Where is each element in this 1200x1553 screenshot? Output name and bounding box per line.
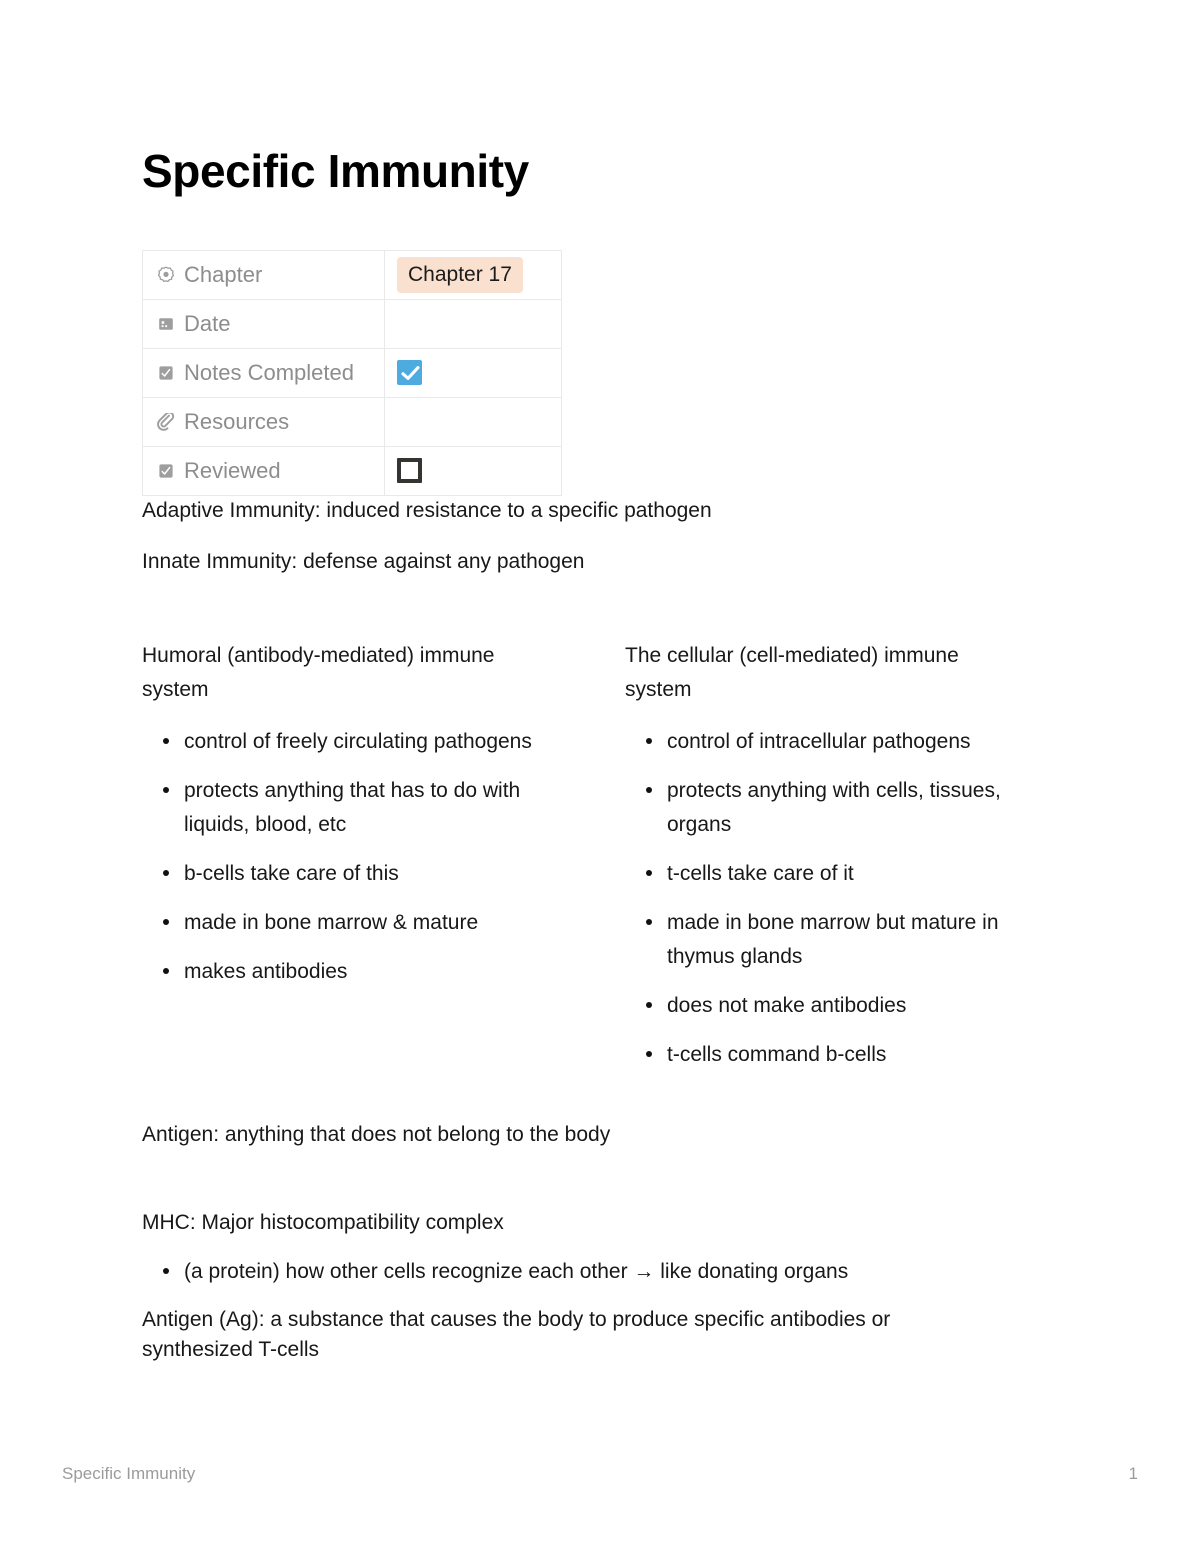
property-label: Notes Completed — [184, 359, 354, 385]
list-item: protects anything that has to do with li… — [142, 774, 576, 842]
table-row: Reviewed — [142, 446, 562, 496]
innate-immunity-line: Innate Immunity: defense against any pat… — [142, 550, 585, 574]
notes-completed-checkbox[interactable] — [397, 360, 422, 386]
footer-page-number: 1 — [1128, 1464, 1138, 1483]
list-item: t-cells take care of it — [625, 857, 1067, 891]
definitions-section: Antigen: anything that does not belong t… — [142, 1120, 1058, 1366]
target-badge-icon — [157, 266, 175, 284]
properties-table: Chapter Chapter 17 Date Notes Completed … — [142, 249, 562, 496]
property-key-cell: Reviewed — [142, 446, 385, 496]
adaptive-immunity-line: Adaptive Immunity: induced resistance to… — [142, 498, 712, 522]
humoral-column: Humoral (antibody-mediated) immune syste… — [142, 639, 600, 1071]
page-footer: Specific Immunity 1 — [62, 1464, 1138, 1484]
cellular-heading: The cellular (cell-mediated) immune syst… — [625, 644, 959, 702]
table-row: Notes Completed — [142, 348, 562, 398]
antigen-ag-definition: Antigen (Ag): a substance that causes th… — [142, 1307, 891, 1361]
list-item: made in bone marrow but mature in thymus… — [625, 906, 1067, 974]
property-value-cell[interactable] — [384, 348, 562, 398]
property-value-cell[interactable] — [384, 299, 562, 349]
table-row: Date — [142, 299, 562, 349]
cellular-bullet-list: control of intracellular pathogens prote… — [625, 725, 1058, 1072]
page-title: Specific Immunity — [142, 145, 529, 197]
list-item: control of freely circulating pathogens — [142, 725, 576, 759]
list-item: b-cells take care of this — [142, 857, 576, 891]
property-value-cell[interactable] — [384, 446, 562, 496]
list-item: control of intracellular pathogens — [625, 725, 1067, 759]
property-value-cell[interactable] — [384, 397, 562, 447]
page-content: Specific Immunity Chapter Chapter 17 Dat… — [142, 146, 1058, 1365]
checkbox-icon — [157, 364, 175, 382]
property-label: Chapter — [184, 261, 263, 287]
property-key-cell: Chapter — [142, 250, 385, 300]
table-row: Chapter Chapter 17 — [142, 250, 562, 300]
reviewed-checkbox[interactable] — [397, 458, 422, 484]
list-item: does not make antibodies — [625, 989, 1067, 1023]
humoral-bullet-list: control of freely circulating pathogens … — [142, 725, 600, 989]
list-item: protects anything with cells, tissues, o… — [625, 774, 1067, 842]
mhc-definition: MHC: Major histocompatibility complex — [142, 1211, 504, 1235]
list-item: t-cells command b-cells — [625, 1038, 1067, 1072]
humoral-heading: Humoral (antibody-mediated) immune syste… — [142, 644, 495, 702]
property-key-cell: Date — [142, 299, 385, 349]
property-label: Date — [184, 310, 231, 336]
property-key-cell: Notes Completed — [142, 348, 385, 398]
checkbox-icon — [157, 462, 175, 480]
footer-title: Specific Immunity — [62, 1464, 196, 1483]
list-item: makes antibodies — [142, 955, 576, 989]
immune-systems-columns: Humoral (antibody-mediated) immune syste… — [142, 639, 1058, 1071]
property-label: Reviewed — [184, 457, 281, 483]
list-item: made in bone marrow & mature — [142, 906, 576, 940]
cellular-column: The cellular (cell-mediated) immune syst… — [600, 639, 1058, 1071]
table-row: Resources — [142, 397, 562, 447]
list-item: (a protein) how other cells recognize ea… — [142, 1255, 1029, 1289]
property-label: Resources — [184, 408, 290, 434]
property-key-cell: Resources — [142, 397, 385, 447]
calendar-icon — [157, 315, 175, 333]
property-value-cell[interactable]: Chapter 17 — [384, 250, 562, 300]
document-page: Specific Immunity Chapter Chapter 17 Dat… — [0, 0, 1200, 1553]
chapter-tag[interactable]: Chapter 17 — [397, 256, 523, 293]
antigen-definition: Antigen: anything that does not belong t… — [142, 1122, 611, 1146]
mhc-bullet-list: (a protein) how other cells recognize ea… — [142, 1255, 1058, 1289]
paperclip-icon — [157, 412, 175, 431]
